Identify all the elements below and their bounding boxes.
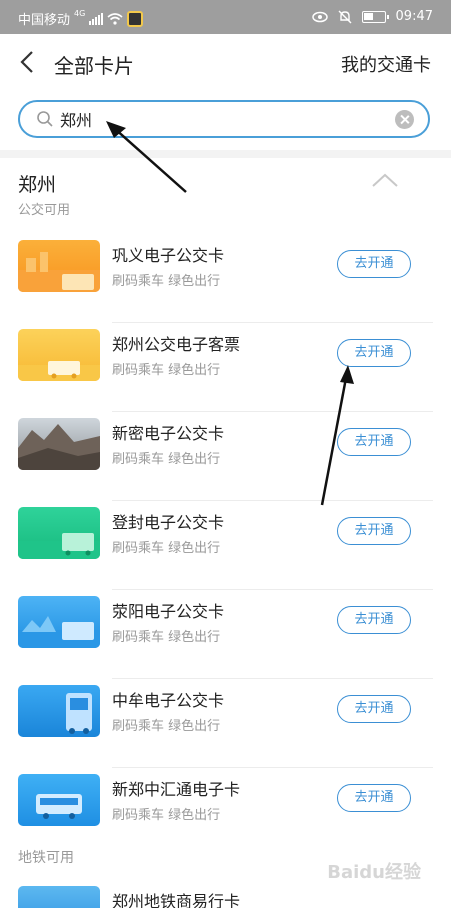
card-name: 新郑中汇通电子卡 <box>112 780 241 799</box>
activate-button[interactable]: 去开通 <box>337 339 411 367</box>
carrier-label: 中国移动 <box>18 13 71 28</box>
activate-button[interactable]: 去开通 <box>337 784 411 812</box>
card-name: 郑州公交电子客票 <box>112 335 241 354</box>
nav-bar: 全部卡片 我的交通卡 <box>0 34 451 92</box>
search-icon <box>37 111 53 127</box>
card-description: 刷码乘车 绿色出行 <box>112 630 221 645</box>
card-row-xinmi[interactable]: 新密电子公交卡 刷码乘车 绿色出行 去开通 <box>0 412 451 501</box>
signal-icon <box>89 12 104 25</box>
card-row-gongyi[interactable]: 巩义电子公交卡 刷码乘车 绿色出行 去开通 <box>0 234 451 323</box>
clock: 09:47 <box>395 9 433 24</box>
collapse-chevron-icon[interactable] <box>371 172 399 188</box>
card-thumbnail <box>18 507 100 559</box>
metro-section-label: 地铁可用 <box>18 850 74 866</box>
search-bar[interactable] <box>18 100 430 138</box>
card-thumbnail <box>18 886 100 908</box>
card-description: 刷码乘车 绿色出行 <box>112 363 221 378</box>
card-name: 登封电子公交卡 <box>112 513 225 532</box>
search-input[interactable] <box>60 108 380 130</box>
notification-app-icon <box>127 10 144 27</box>
activate-button[interactable]: 去开通 <box>337 606 411 634</box>
card-thumbnail <box>18 240 100 292</box>
card-row-metro[interactable]: 郑州地铁商易行卡 <box>0 880 451 908</box>
card-name: 新密电子公交卡 <box>112 424 225 443</box>
status-left: 中国移动 4G <box>18 9 144 28</box>
activate-button[interactable]: 去开通 <box>337 695 411 723</box>
card-thumbnail <box>18 774 100 826</box>
eye-comfort-icon <box>311 11 328 22</box>
activate-button[interactable]: 去开通 <box>337 428 411 456</box>
my-transit-card-link[interactable]: 我的交通卡 <box>341 51 431 77</box>
card-description: 刷码乘车 绿色出行 <box>112 452 221 467</box>
card-thumbnail <box>18 596 100 648</box>
back-arrow-icon[interactable] <box>14 47 44 77</box>
status-bar: 中国移动 4G 09:47 <box>0 0 451 34</box>
card-thumbnail <box>18 329 100 381</box>
card-description: 刷码乘车 绿色出行 <box>112 541 221 556</box>
section-divider <box>0 150 451 158</box>
card-thumbnail <box>18 418 100 470</box>
wifi-icon <box>107 12 123 25</box>
card-description: 刷码乘车 绿色出行 <box>112 808 221 823</box>
card-thumbnail <box>18 685 100 737</box>
city-title: 郑州 <box>18 174 57 196</box>
mute-bell-icon <box>338 10 352 23</box>
page-title: 全部卡片 <box>54 54 134 78</box>
card-name: 巩义电子公交卡 <box>112 246 225 265</box>
card-row-zhongmou[interactable]: 中牟电子公交卡 刷码乘车 绿色出行 去开通 <box>0 679 451 768</box>
status-right: 09:47 <box>311 9 433 24</box>
card-description: 刷码乘车 绿色出行 <box>112 719 221 734</box>
card-row-xinzheng[interactable]: 新郑中汇通电子卡 刷码乘车 绿色出行 去开通 <box>0 768 451 857</box>
card-row-dengfeng[interactable]: 登封电子公交卡 刷码乘车 绿色出行 去开通 <box>0 501 451 590</box>
clear-search-icon[interactable] <box>395 110 414 129</box>
bus-section-label: 公交可用 <box>18 203 71 218</box>
watermark: Baidu经验 <box>327 862 421 883</box>
activate-button[interactable]: 去开通 <box>337 517 411 545</box>
card-name: 中牟电子公交卡 <box>112 691 225 710</box>
card-name: 郑州地铁商易行卡 <box>112 892 241 908</box>
activate-button[interactable]: 去开通 <box>337 250 411 278</box>
card-name: 荥阳电子公交卡 <box>112 602 225 621</box>
card-row-xingyang[interactable]: 荥阳电子公交卡 刷码乘车 绿色出行 去开通 <box>0 590 451 679</box>
network-label: 4G <box>74 9 86 18</box>
battery-icon <box>361 10 389 23</box>
card-description: 刷码乘车 绿色出行 <box>112 274 221 289</box>
card-row-zhengzhou[interactable]: 郑州公交电子客票 刷码乘车 绿色出行 去开通 <box>0 323 451 412</box>
